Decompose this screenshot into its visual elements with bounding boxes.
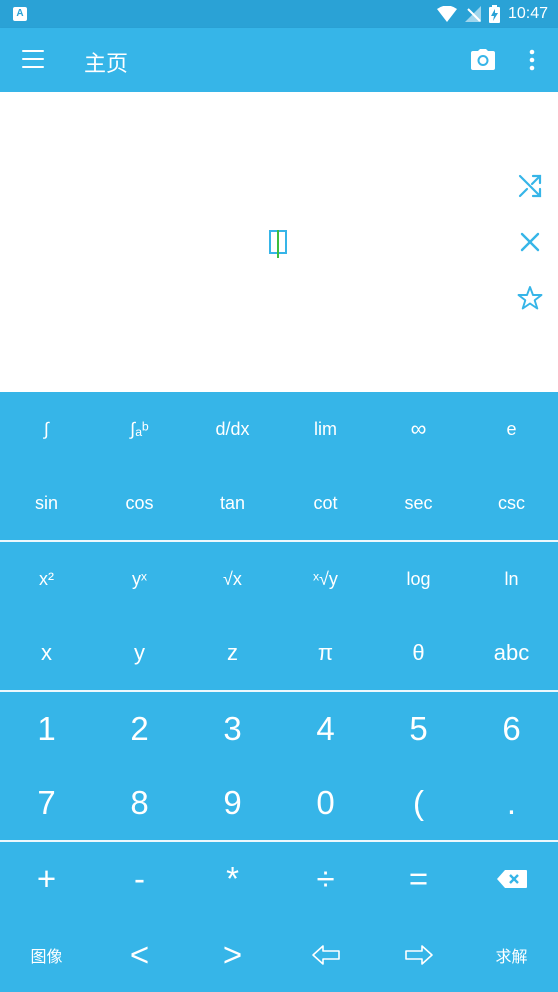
key-e[interactable]: e [465,392,558,466]
key-less-than[interactable]: < [93,918,186,992]
cursor-right-icon[interactable] [372,918,465,992]
key-theta[interactable]: θ [372,616,465,690]
clear-icon[interactable] [516,228,544,256]
keypad: ∫ ∫ₐᵇ d/dx lim ∞ e sin cos tan cot sec c… [0,392,558,992]
key-ln[interactable]: ln [465,542,558,616]
key-3[interactable]: 3 [186,692,279,766]
key-multiply[interactable]: * [186,842,279,916]
key-1[interactable]: 1 [0,692,93,766]
star-icon[interactable] [516,284,544,312]
wifi-icon [436,6,457,22]
key-definite-integral[interactable]: ∫ₐᵇ [93,392,186,466]
key-infinity[interactable]: ∞ [372,392,465,466]
key-abc[interactable]: abc [465,616,558,690]
key-sin[interactable]: sin [0,466,93,540]
key-2[interactable]: 2 [93,692,186,766]
key-tan[interactable]: tan [186,466,279,540]
key-csc[interactable]: csc [465,466,558,540]
expression-input-area[interactable] [0,92,558,392]
key-0[interactable]: 0 [279,766,372,840]
key-y[interactable]: y [93,616,186,690]
key-z[interactable]: z [186,616,279,690]
keypad-row-functions: ∫ ∫ₐᵇ d/dx lim ∞ e [0,392,558,466]
key-4[interactable]: 4 [279,692,372,766]
solve-button[interactable]: 求解 [465,918,558,992]
menu-icon[interactable] [22,50,44,70]
key-sec[interactable]: sec [372,466,465,540]
key-nth-root[interactable]: ˣ√y [279,542,372,616]
status-bar: A 10:47 [0,0,558,28]
key-7[interactable]: 7 [0,766,93,840]
key-limit[interactable]: lim [279,392,372,466]
keypad-row-actions: 图像 < > 求解 [0,918,558,992]
page-title: 主页 [84,52,129,77]
key-x[interactable]: x [0,616,93,690]
key-equals[interactable]: = [372,842,465,916]
key-log[interactable]: log [372,542,465,616]
backspace-icon[interactable] [465,842,558,916]
status-right: 10:47 [436,4,548,24]
key-decimal[interactable]: . [465,766,558,840]
app-bar: 主页 [0,28,558,92]
key-plus[interactable]: + [0,842,93,916]
keypad-row-variables: x y z π θ abc [0,616,558,690]
key-square[interactable]: x² [0,542,93,616]
key-pi[interactable]: π [279,616,372,690]
keypad-row-trig: sin cos tan cot sec csc [0,466,558,540]
key-cot[interactable]: cot [279,466,372,540]
key-divide[interactable]: ÷ [279,842,372,916]
key-8[interactable]: 8 [93,766,186,840]
camera-icon[interactable] [470,48,496,72]
status-time: 10:47 [507,5,548,22]
key-minus[interactable]: - [93,842,186,916]
more-options-icon[interactable] [524,48,540,72]
key-cos[interactable]: cos [93,466,186,540]
key-sqrt[interactable]: √x [186,542,279,616]
key-open-paren[interactable]: ( [372,766,465,840]
key-6[interactable]: 6 [465,692,558,766]
battery-charging-icon [488,5,500,23]
key-5[interactable]: 5 [372,692,465,766]
cursor-left-icon[interactable] [279,918,372,992]
keypad-row-digits-1: 1 2 3 4 5 6 [0,692,558,766]
graph-button[interactable]: 图像 [0,918,93,992]
key-derivative[interactable]: d/dx [186,392,279,466]
input-cursor[interactable] [269,230,287,258]
keypad-row-digits-2: 7 8 9 0 ( . [0,766,558,840]
keypad-row-powers: x² yˣ √x ˣ√y log ln [0,542,558,616]
shuffle-icon[interactable] [516,172,544,200]
key-9[interactable]: 9 [186,766,279,840]
key-greater-than[interactable]: > [186,918,279,992]
keypad-row-operators: + - * ÷ = [0,842,558,916]
notification-icon: A [13,7,27,21]
key-power[interactable]: yˣ [93,542,186,616]
key-integral[interactable]: ∫ [0,392,93,466]
no-signal-icon [464,6,481,22]
